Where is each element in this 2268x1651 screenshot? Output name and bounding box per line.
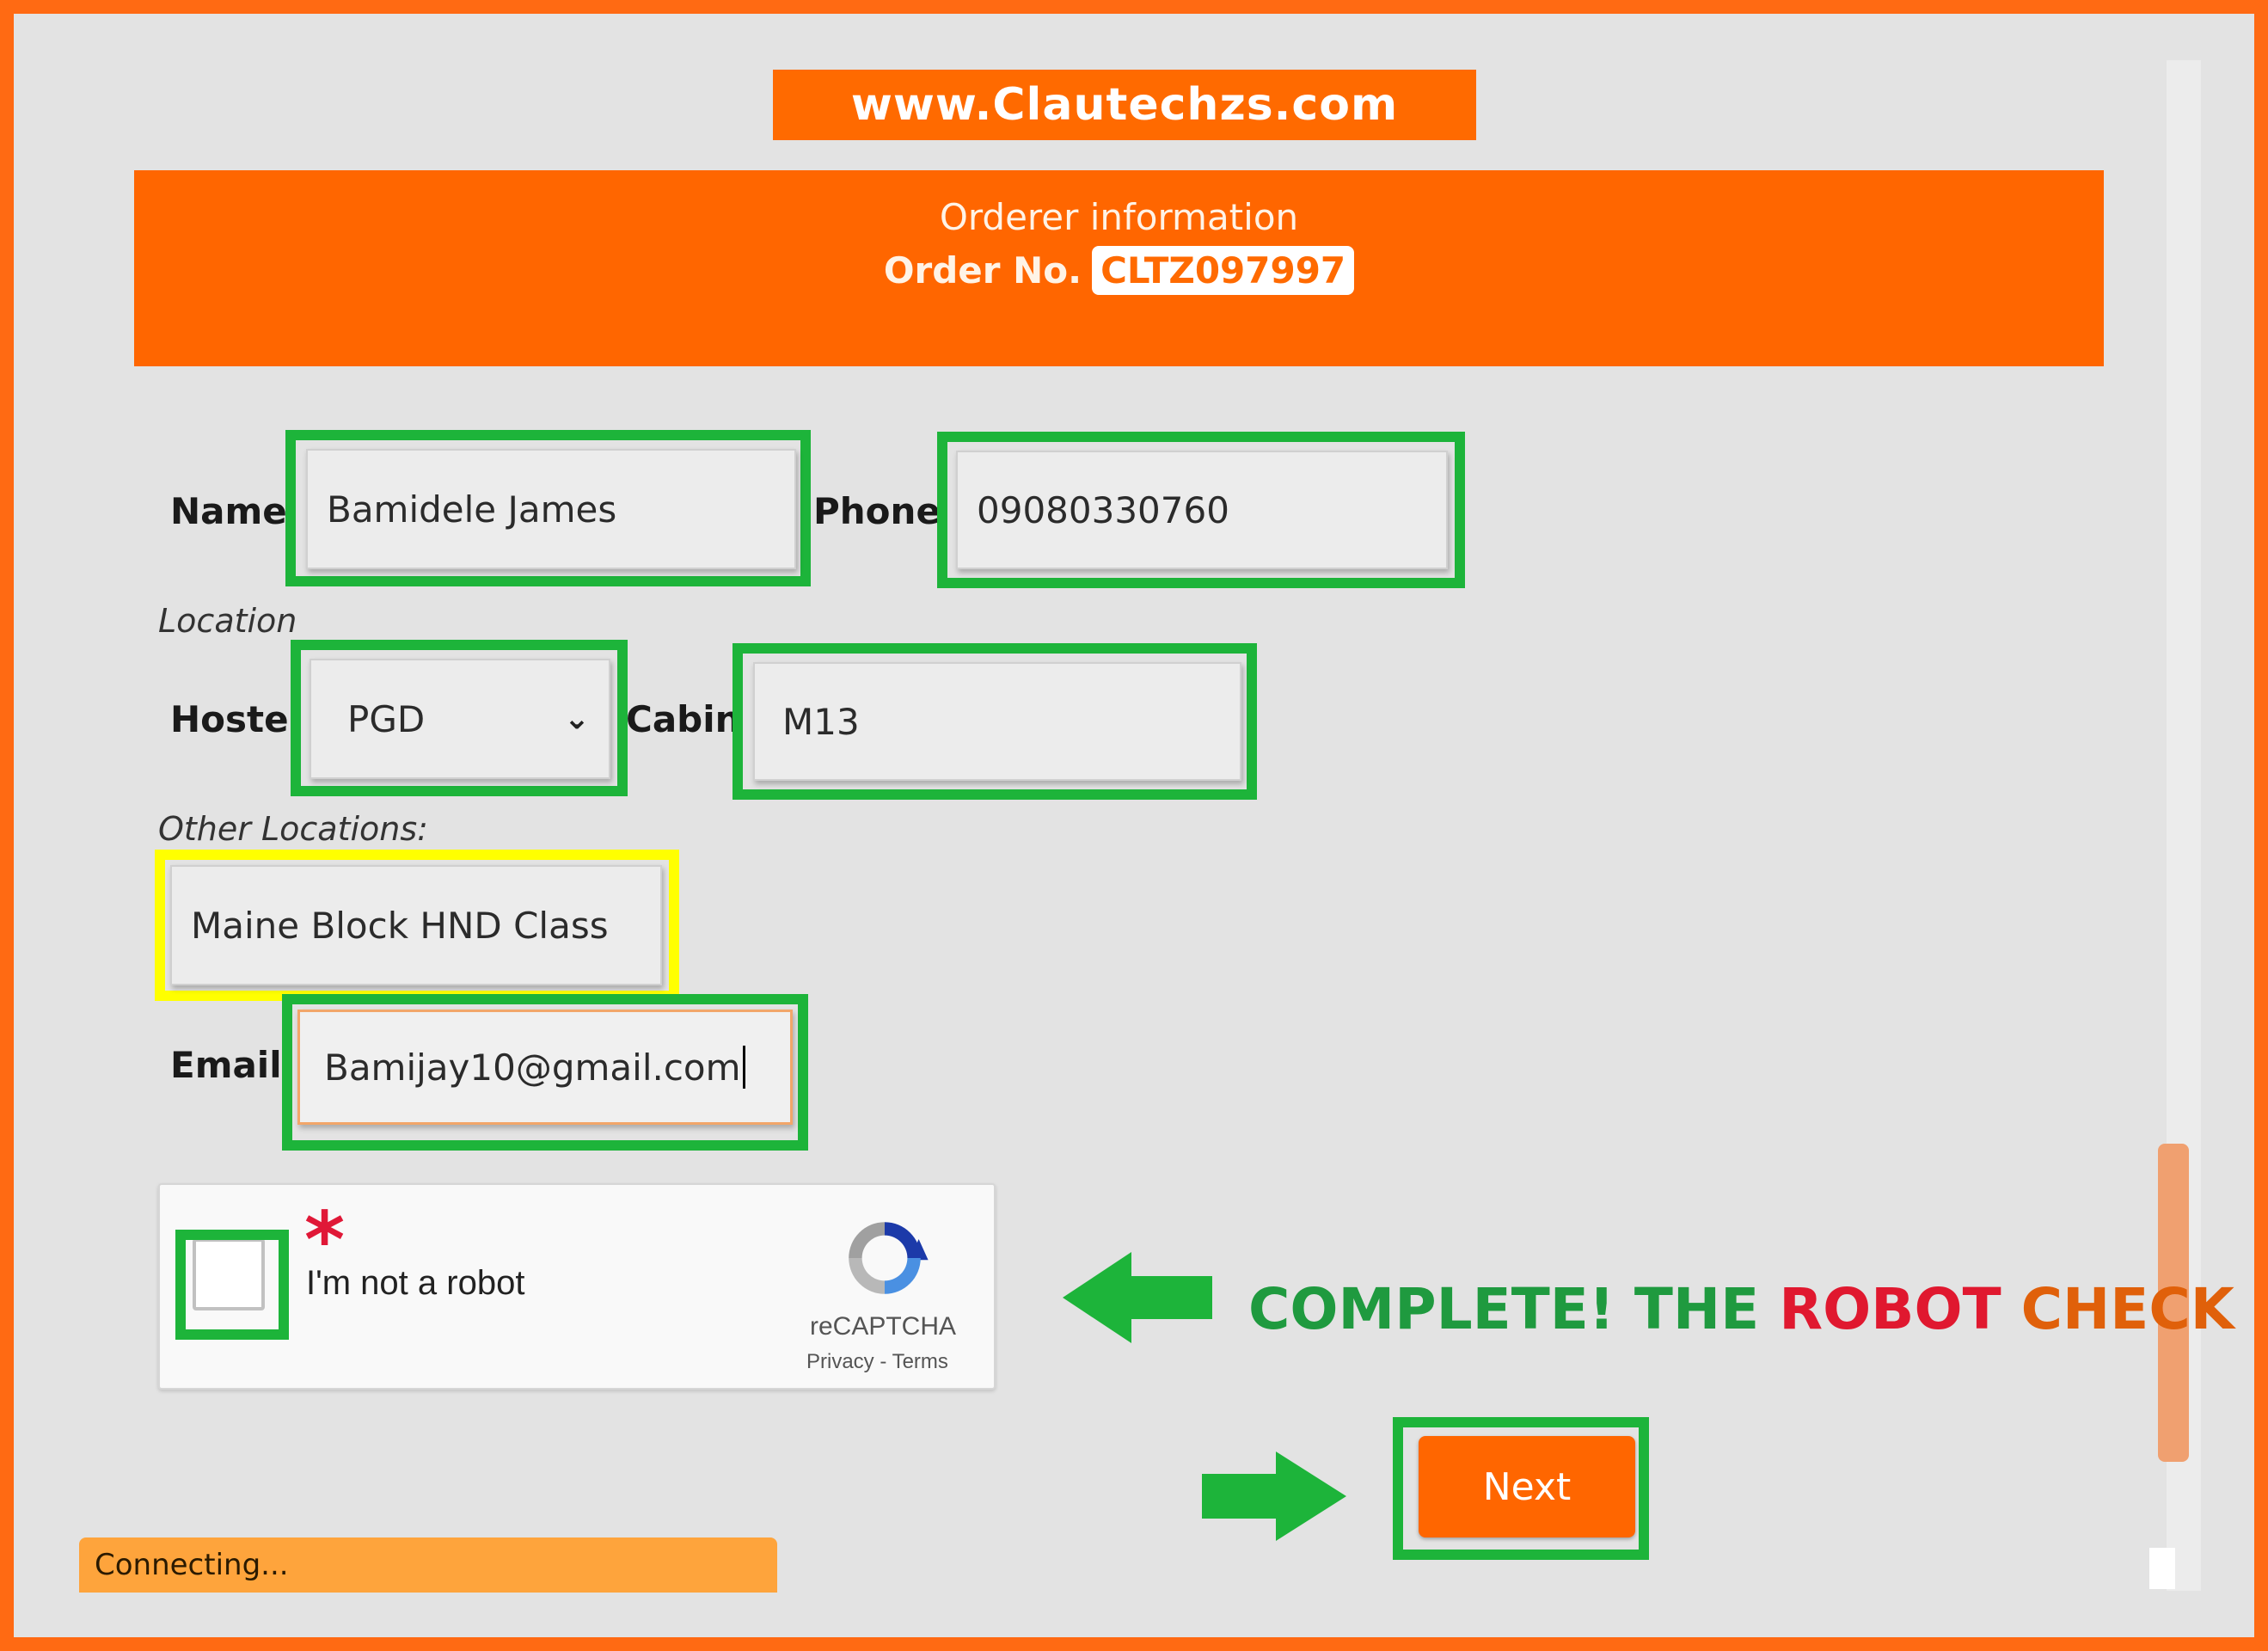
order-header-title: Orderer information	[939, 196, 1299, 238]
name-input[interactable]: Bamidele James	[306, 449, 796, 569]
scroll-corner	[2149, 1548, 2175, 1589]
hostel-label: Hostel	[170, 698, 301, 740]
recaptcha-brand: reCAPTCHA	[810, 1312, 957, 1341]
recaptcha-links[interactable]: Privacy - Terms	[806, 1350, 948, 1374]
email-input-value: Bamijay10@gmail.com	[324, 1046, 741, 1089]
callout-part-robot: ROBOT	[1779, 1276, 2001, 1342]
hostel-select[interactable]: PGD ⌄	[310, 659, 610, 779]
cabin-input-value: M13	[782, 700, 860, 743]
hostel-select-value: PGD	[347, 697, 426, 740]
order-number-value: CLTZ097997	[1092, 246, 1355, 295]
other-locations-input[interactable]: Maine Block HND Class	[170, 865, 662, 985]
browser-status-bar: Connecting...	[79, 1537, 777, 1593]
name-input-value: Bamidele James	[327, 488, 617, 531]
recaptcha-checkbox-highlight	[175, 1230, 289, 1340]
order-header: Orderer information Order No. CLTZ097997	[134, 170, 2104, 366]
location-label: Location	[158, 602, 297, 640]
phone-input-value: 09080330760	[977, 488, 1229, 531]
phone-label: Phone	[813, 490, 941, 532]
email-label: Email	[170, 1044, 282, 1086]
callout-part-complete: COMPLETE! THE	[1248, 1276, 1780, 1342]
next-button[interactable]: Next	[1419, 1436, 1635, 1537]
arrow-left-icon	[1063, 1252, 1212, 1343]
chevron-down-icon: ⌄	[563, 701, 590, 737]
order-number-label: Order No.	[883, 249, 1082, 292]
callout-part-check: CHECK	[2001, 1276, 2234, 1342]
order-number-row: Order No. CLTZ097997	[134, 246, 2104, 295]
arrow-right-icon	[1202, 1452, 1346, 1541]
recaptcha-logo-icon	[849, 1222, 929, 1294]
email-input[interactable]: Bamijay10@gmail.com	[297, 1010, 793, 1125]
phone-input[interactable]: 09080330760	[956, 451, 1448, 569]
name-label: Name	[170, 490, 287, 532]
cabin-input[interactable]: M13	[753, 662, 1241, 781]
robot-check-callout: COMPLETE! THE ROBOT CHECK	[1248, 1276, 2234, 1342]
text-caret	[742, 1046, 745, 1089]
other-locations-label: Other Locations:	[158, 810, 428, 848]
site-url-banner: www.Clautechzs.com	[773, 70, 1476, 140]
recaptcha-label: I'm not a robot	[306, 1264, 525, 1302]
cabin-label: Cabin	[626, 698, 741, 740]
other-locations-input-value: Maine Block HND Class	[191, 904, 609, 947]
